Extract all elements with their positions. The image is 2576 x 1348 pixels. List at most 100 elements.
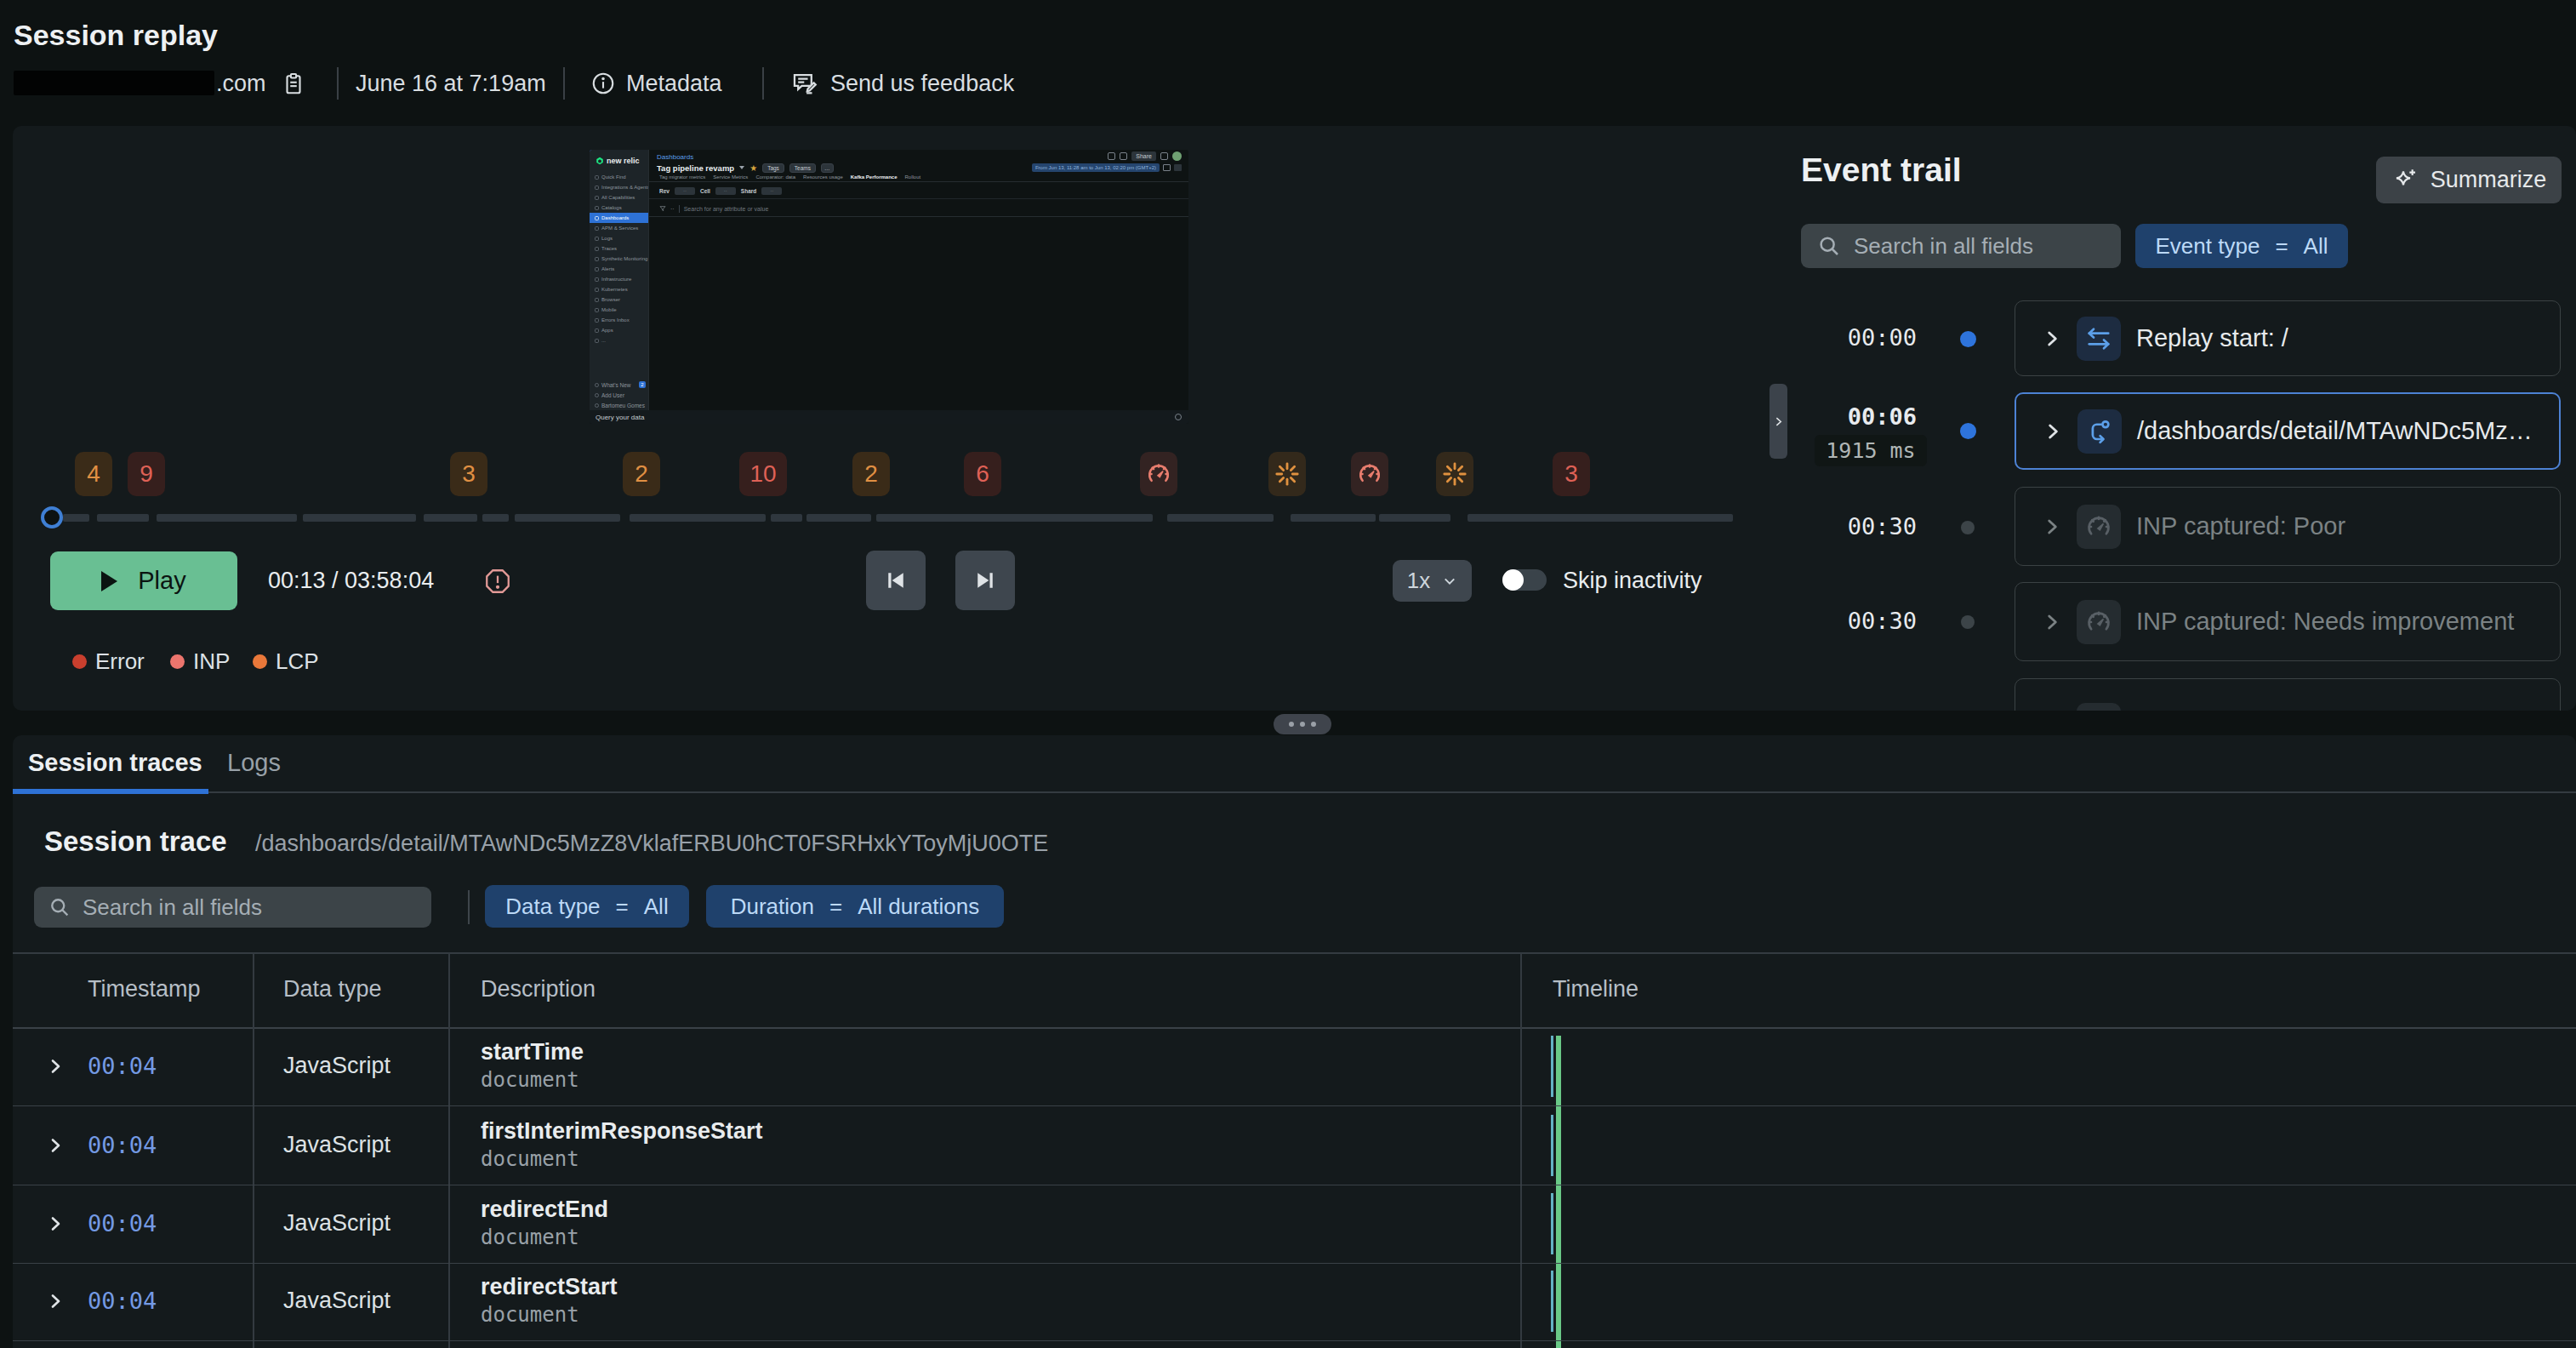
filter-chip-duration[interactable]: Duration=All durations xyxy=(706,885,1004,928)
scrubber-segment[interactable] xyxy=(1291,514,1376,522)
mini-toolbar-button[interactable]: ·· xyxy=(715,187,736,195)
event-card[interactable]: INP captured: Poor xyxy=(2015,487,2561,566)
table-row[interactable]: 00:04JavaScriptredirectStartdocument xyxy=(13,1262,2576,1341)
summarize-button[interactable]: Summarize xyxy=(2376,157,2562,203)
metadata-button[interactable]: Metadata xyxy=(626,69,722,98)
scrubber-segment[interactable] xyxy=(630,514,766,522)
timeline-badge-count[interactable]: 4 xyxy=(75,452,112,496)
mini-button-tags[interactable]: Tags xyxy=(762,163,784,173)
mini-sidebar-item[interactable]: Add User xyxy=(590,390,649,400)
mini-more-button[interactable]: … xyxy=(821,163,834,173)
scrubber-segment[interactable] xyxy=(515,514,620,522)
gauge-icon xyxy=(1144,460,1173,488)
event-card[interactable]: Replay start: / xyxy=(2015,300,2561,376)
mini-sidebar-item[interactable]: What's New2 xyxy=(590,380,649,390)
timeline-badge-icon[interactable] xyxy=(1436,452,1473,496)
mini-top-icon[interactable] xyxy=(1108,152,1115,160)
mini-breadcrumb[interactable]: Dashboards xyxy=(657,153,693,161)
scrubber-segment[interactable] xyxy=(424,514,477,522)
mini-avatar[interactable] xyxy=(1172,151,1182,161)
mini-toolbar-button[interactable]: ·· xyxy=(761,187,782,195)
mini-sidebar-item[interactable]: Alerts xyxy=(590,264,649,274)
skip-forward-button[interactable] xyxy=(955,551,1015,610)
mini-sidebar-item[interactable]: Browser xyxy=(590,294,649,305)
scrubber-segment[interactable] xyxy=(1468,514,1733,522)
collapse-handle[interactable] xyxy=(1770,384,1787,459)
timeline-badge-count[interactable]: 2 xyxy=(623,452,660,496)
scrubber-segment[interactable] xyxy=(1379,514,1450,522)
event-card[interactable]: INP captured: Needs improvement xyxy=(2015,582,2561,661)
scrubber-segment[interactable] xyxy=(482,514,509,522)
mini-sidebar-item[interactable]: Catalogs xyxy=(590,203,649,213)
filter-chip-data-type[interactable]: Data type=All xyxy=(485,885,689,928)
timeline-badge-icon[interactable] xyxy=(1351,452,1388,496)
mini-sidebar-item[interactable]: APM & Services xyxy=(590,223,649,233)
feedback-button[interactable]: Send us feedback xyxy=(830,69,1014,98)
scrubber-segment[interactable] xyxy=(97,514,149,522)
scrubber-segment[interactable] xyxy=(63,514,89,522)
mini-sidebar-item[interactable]: Bartomeu Gomes xyxy=(590,400,649,410)
timeline-badge-icon[interactable] xyxy=(1268,452,1306,496)
mini-tv-icon[interactable] xyxy=(1163,164,1171,171)
scrubber-segment[interactable] xyxy=(771,514,802,522)
mini-sidebar-item[interactable]: Integrations & Agents xyxy=(590,182,649,192)
scrubber-segment[interactable] xyxy=(303,514,416,522)
mini-time-range[interactable]: From Jun 13, 11:28 am to Jun 13, 02:20 p… xyxy=(1032,163,1160,172)
panel-resize-handle[interactable] xyxy=(1274,714,1331,734)
scrubber-segment[interactable] xyxy=(157,514,297,522)
tab-session-traces[interactable]: Session traces xyxy=(28,749,202,777)
mini-button-teams[interactable]: Teams xyxy=(789,163,816,173)
timeline-badge-count[interactable]: 9 xyxy=(128,452,165,496)
timeline-badge-count[interactable]: 3 xyxy=(1553,452,1590,496)
mini-sidebar-item[interactable]: Kubernetes xyxy=(590,284,649,294)
event-card[interactable]: /dashboards/detail/MTAwNDc5Mz… xyxy=(2015,392,2561,470)
mini-sidebar-item[interactable]: Logs xyxy=(590,233,649,243)
mini-footer-item[interactable]: Query your data xyxy=(596,414,644,421)
column-header-description[interactable]: Description xyxy=(481,976,596,1002)
scrubber-segment[interactable] xyxy=(876,514,1153,522)
column-header-timestamp[interactable]: Timestamp xyxy=(88,976,201,1002)
table-row[interactable]: 00:04JavaScriptfirstInterimResponseStart… xyxy=(13,1106,2576,1185)
tab-logs[interactable]: Logs xyxy=(227,749,281,777)
skip-inactivity-toggle[interactable] xyxy=(1502,569,1547,591)
column-header-timeline[interactable]: Timeline xyxy=(1553,976,1638,1002)
mini-share-button[interactable]: Share xyxy=(1131,151,1156,161)
timeline-badge-count[interactable]: 10 xyxy=(739,452,787,496)
event-search-input[interactable]: Search in all fields xyxy=(1801,224,2121,268)
mini-sidebar-item[interactable]: Traces xyxy=(590,243,649,254)
timeline-badge-icon[interactable] xyxy=(1140,452,1177,496)
event-label: Replay start: / xyxy=(2136,324,2288,352)
mini-toolbar-button[interactable]: ·· xyxy=(675,187,695,195)
replay-viewport[interactable]: new relicQuick FindIntegrations & Agents… xyxy=(590,150,1188,424)
event-card[interactable] xyxy=(2015,678,2561,711)
warning-icon[interactable] xyxy=(483,567,512,596)
trace-search-input[interactable]: Search in all fields xyxy=(34,887,431,928)
mini-sidebar-item[interactable]: Apps xyxy=(590,325,649,335)
mini-sidebar-item[interactable]: Synthetic Monitoring xyxy=(590,254,649,264)
event-type-filter-chip[interactable]: Event type = All xyxy=(2135,224,2348,268)
mini-sidebar-item[interactable]: Errors Inbox xyxy=(590,315,649,325)
mini-sidebar-item[interactable]: Infrastructure xyxy=(590,274,649,284)
timeline-badge-count[interactable]: 6 xyxy=(964,452,1001,496)
playback-speed-select[interactable]: 1x xyxy=(1393,560,1472,602)
mini-top-icon[interactable] xyxy=(1120,152,1127,160)
scrubber-segment[interactable] xyxy=(806,514,871,522)
table-row[interactable]: 00:04JavaScriptredirectEnddocument xyxy=(13,1185,2576,1264)
mini-more-icon[interactable] xyxy=(1174,164,1182,171)
mini-sidebar-item[interactable]: ... xyxy=(590,335,649,346)
column-header-data-type[interactable]: Data type xyxy=(283,976,382,1002)
skip-back-button[interactable] xyxy=(866,551,926,610)
scrubber-segment[interactable] xyxy=(1167,514,1274,522)
mini-top-icon[interactable] xyxy=(1160,152,1168,160)
timeline-badge-count[interactable]: 2 xyxy=(852,452,890,496)
header-divider xyxy=(337,67,339,100)
mini-sidebar-item[interactable]: Quick Find xyxy=(590,172,649,182)
mini-sidebar-item[interactable]: All Capabilities xyxy=(590,192,649,203)
table-row[interactable]: 00:04JavaScriptstartTimedocument xyxy=(13,1027,2576,1106)
mini-sidebar-item[interactable]: Mobile xyxy=(590,305,649,315)
timeline-badge-count[interactable]: 3 xyxy=(450,452,487,496)
mini-sidebar-item[interactable]: Dashboards xyxy=(590,213,649,223)
copy-icon[interactable] xyxy=(281,69,306,98)
play-button[interactable]: Play xyxy=(50,551,237,610)
playhead-marker[interactable] xyxy=(41,506,63,528)
